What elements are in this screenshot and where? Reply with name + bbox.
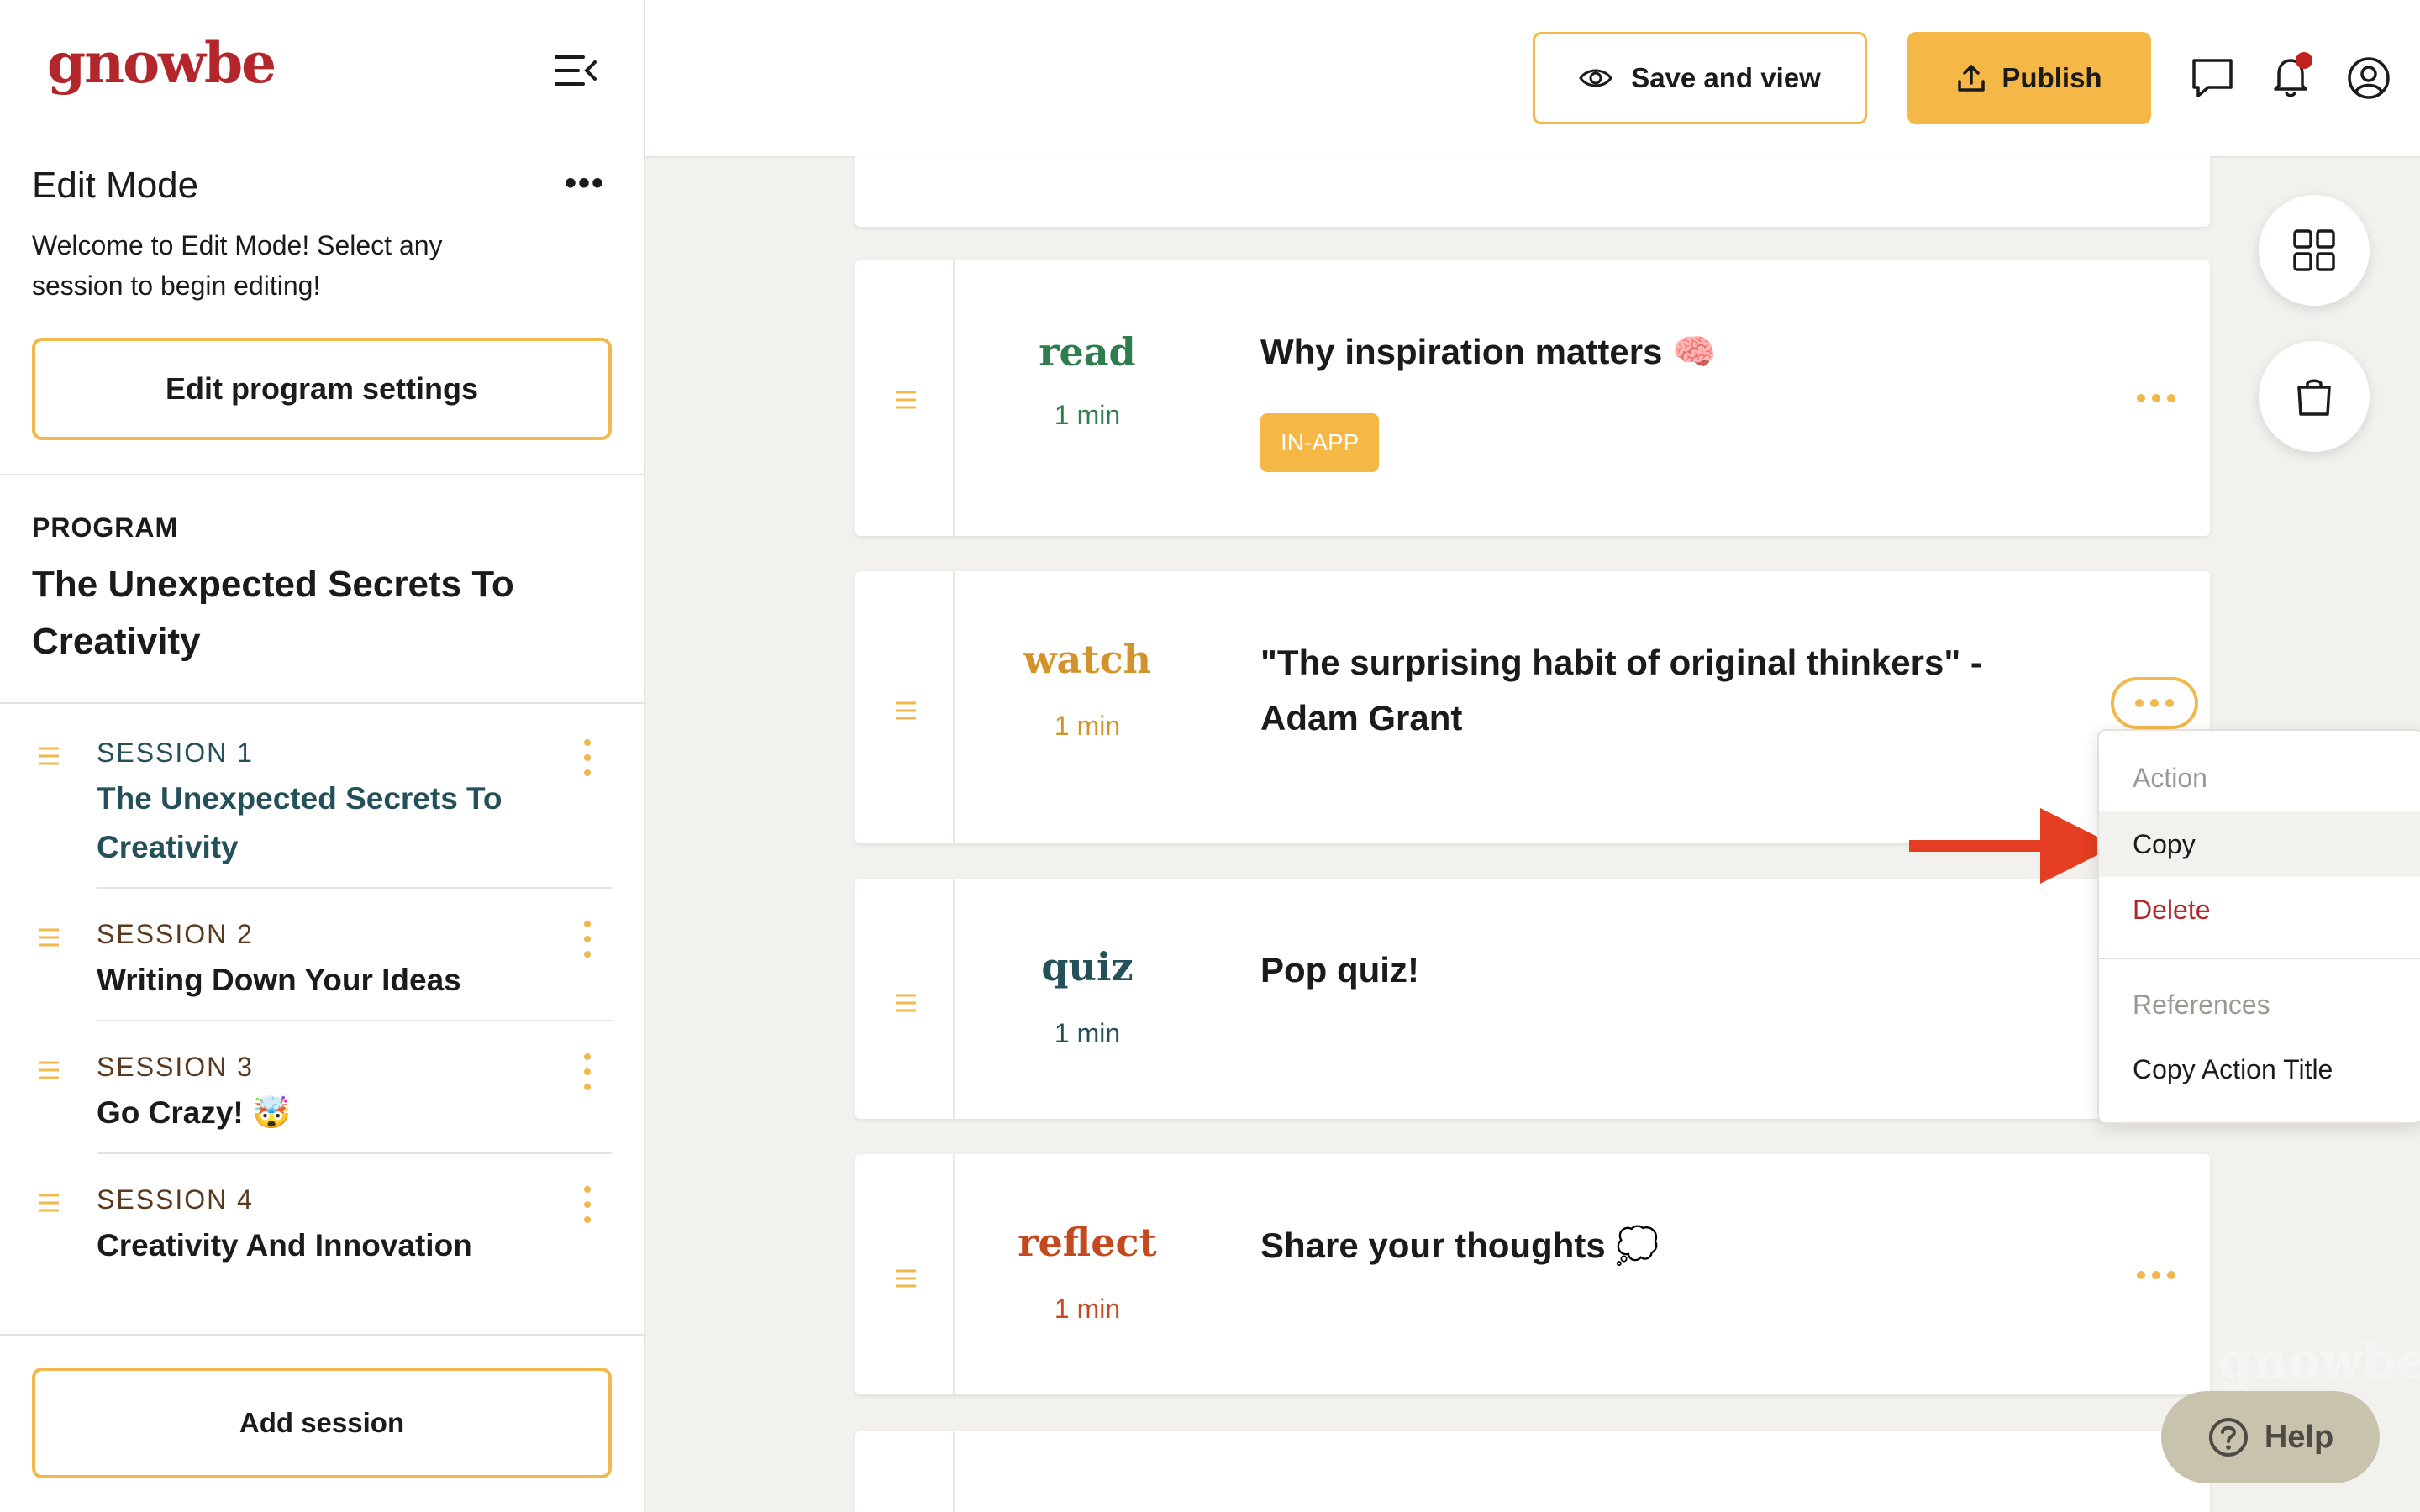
session-menu-icon[interactable] [581,919,593,959]
menu-divider [2099,958,2420,959]
drag-handle-icon[interactable] [894,993,918,1013]
notification-dot [2296,52,2312,69]
action-type: quiz [1041,944,1134,990]
session-item-2[interactable]: SESSION 2 Writing Down Your Ideas [32,919,612,1021]
action-card-watch[interactable]: watch 1 min "The surprising habit of ori… [855,571,2210,843]
session-name: Creativity And Innovation [97,1228,472,1263]
drag-handle-icon[interactable] [37,1060,60,1080]
in-app-badge: IN-APP [1260,413,1380,472]
session-divider [97,1152,612,1154]
session-number: SESSION 1 [97,738,254,768]
eye-icon [1579,69,1612,87]
session-item-3[interactable]: SESSION 3 Go Crazy! 🤯 [32,1052,612,1154]
grid-icon [2293,229,2335,271]
divider [0,474,644,475]
action-duration: 1 min [1054,1018,1121,1048]
action-title[interactable]: Share your thoughts 💭 [1260,1218,2017,1273]
program-title: The Unexpected Secrets To Creativity [32,564,514,662]
bell-icon[interactable] [2267,52,2317,102]
drag-handle-icon[interactable] [37,927,60,948]
menu-section-action: Action [2133,763,2207,793]
session-menu-icon[interactable] [581,1184,593,1225]
menu-item-delete[interactable]: Delete [2099,877,2420,942]
drag-handle-icon[interactable] [894,701,918,721]
session-menu-icon[interactable] [581,1052,593,1092]
action-dropdown-menu: Action Copy Delete References Copy Actio… [2097,729,2420,1124]
help-circle-icon [2208,1418,2248,1457]
user-icon[interactable] [2346,55,2391,101]
more-horizontal-icon[interactable] [2134,1268,2178,1282]
action-card-reflect[interactable]: reflect 1 min Share your thoughts 💭 [855,1154,2210,1394]
action-card-partial [855,1431,2210,1512]
edit-mode-menu-button[interactable]: ••• [565,165,605,202]
gnowbe-logo: gnowbe [47,30,276,96]
session-item-1[interactable]: SESSION 1 The Unexpected Secrets To Crea… [32,738,612,889]
drag-handle-icon[interactable] [894,390,918,410]
session-number: SESSION 2 [97,919,254,949]
session-name: The Unexpected Secrets To Creativity [97,781,502,864]
drag-zone [855,1431,955,1512]
session-number: SESSION 3 [97,1052,254,1082]
shopping-bag-icon [2297,379,2331,416]
publish-label: Publish [2002,62,2102,93]
session-item-4[interactable]: SESSION 4 Creativity And Innovation [32,1184,612,1285]
action-title[interactable]: "The surprising habit of original thinke… [1260,635,2017,746]
action-title[interactable]: Why inspiration matters 🧠 [1260,324,2017,380]
shop-button[interactable] [2259,341,2370,452]
help-label: Help [2264,1419,2334,1455]
menu-item-copy[interactable]: Copy [2099,811,2420,877]
upload-icon [1958,65,1986,92]
action-title[interactable]: Pop quiz! [1260,942,2017,998]
menu-item-copy-action-title[interactable]: Copy Action Title [2099,1037,2420,1102]
edit-mode-title: Edit Mode [32,165,199,206]
action-duration: 1 min [1054,711,1121,741]
action-card-read[interactable]: read 1 min Why inspiration matters 🧠 IN-… [855,260,2210,536]
chat-icon[interactable] [2190,55,2235,101]
sidebar: gnowbe Edit Mode ••• Welcome to Edit Mod… [0,0,645,1512]
drag-handle-icon[interactable] [37,1193,60,1213]
add-session-button[interactable]: Add session [32,1368,612,1478]
watermark-logo: gnowbe [2218,1332,2420,1389]
action-card-partial [855,156,2210,227]
session-name: Go Crazy! 🤯 [97,1095,292,1130]
session-divider [97,1020,612,1021]
publish-button[interactable]: Publish [1907,32,2151,124]
action-duration: 1 min [1054,1294,1121,1324]
drag-handle-icon[interactable] [894,1268,918,1289]
more-horizontal-icon [2135,699,2174,707]
program-label: PROGRAM [32,512,179,543]
help-button[interactable]: Help [2161,1391,2380,1483]
save-and-view-label: Save and view [1631,62,1821,93]
action-type: watch [1023,637,1152,682]
session-name: Writing Down Your Ideas [97,963,461,997]
action-duration: 1 min [1054,400,1121,430]
annotation-arrow-icon [1909,808,2116,884]
action-type: read [1039,329,1136,375]
menu-section-references: References [2133,990,2270,1020]
divider [0,1334,644,1336]
save-and-view-button[interactable]: Save and view [1533,32,1867,124]
grid-view-button[interactable] [2259,195,2370,306]
session-divider [97,887,612,889]
divider [0,702,644,704]
edit-program-settings-button[interactable]: Edit program settings [32,338,612,440]
session-number: SESSION 4 [97,1184,254,1215]
more-button-active[interactable] [2111,677,2198,729]
drag-handle-icon[interactable] [37,746,60,766]
more-horizontal-icon[interactable] [2134,391,2178,405]
collapse-sidebar-icon[interactable] [555,52,598,89]
edit-mode-description: Welcome to Edit Mode! Select any session… [32,230,443,301]
action-card-quiz[interactable]: quiz 1 min Pop quiz! [855,879,2210,1119]
action-type: reflect [1018,1220,1157,1265]
session-menu-icon[interactable] [581,738,593,778]
